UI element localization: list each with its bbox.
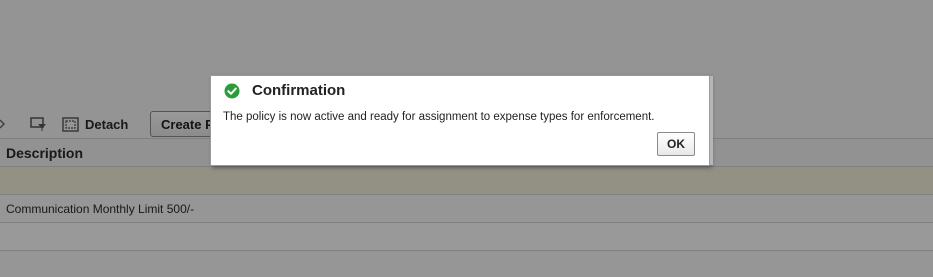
check-circle-icon (224, 83, 240, 99)
dialog-title: Confirmation (252, 82, 346, 99)
dialog-header: Confirmation (224, 82, 345, 99)
ok-button[interactable]: OK (657, 132, 695, 156)
dialog-message: The policy is now active and ready for a… (223, 111, 655, 123)
confirmation-dialog: Confirmation The policy is now active an… (210, 75, 713, 166)
app-page: Detach Create P Description Communicatio… (0, 0, 933, 277)
